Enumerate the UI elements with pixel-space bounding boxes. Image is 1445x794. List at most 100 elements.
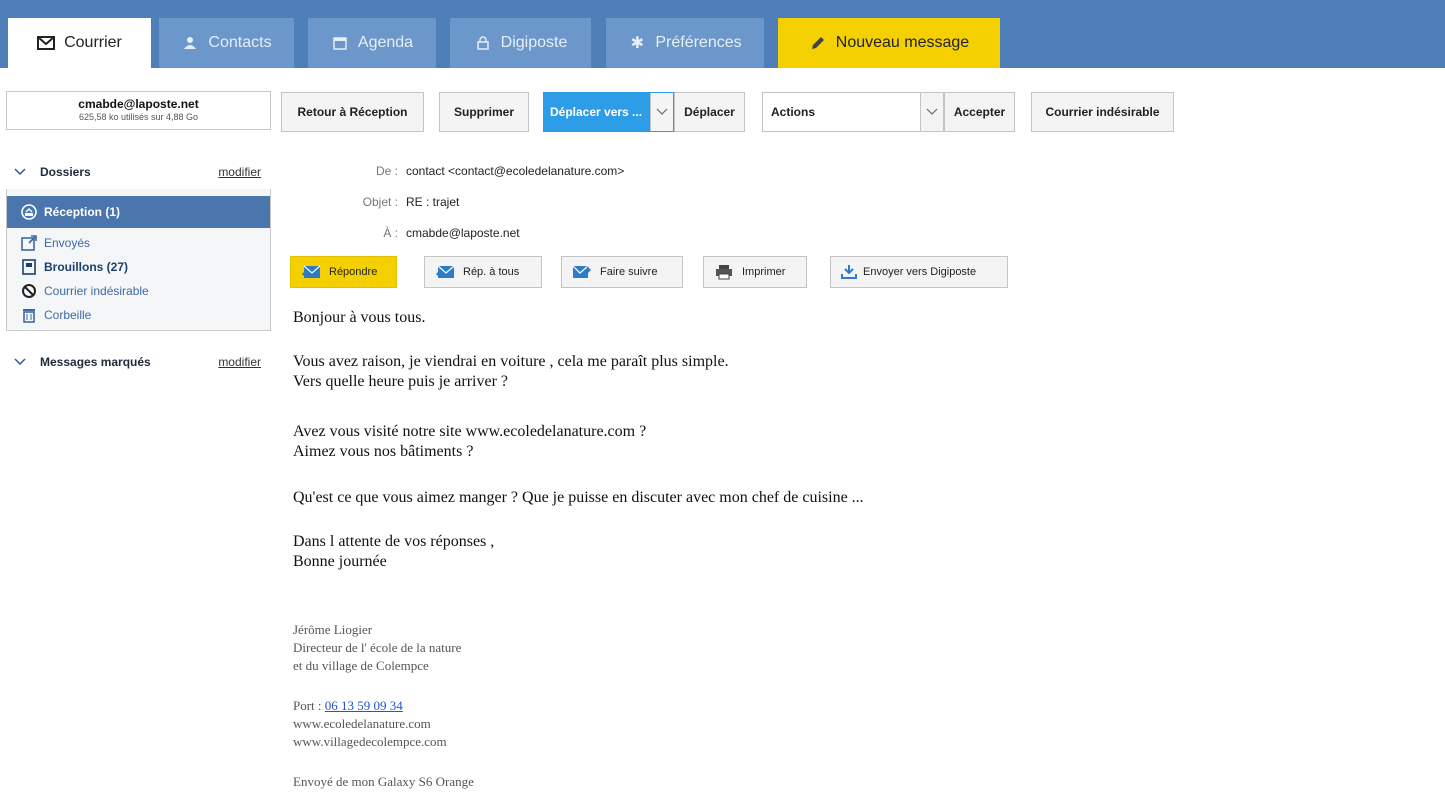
- folders-title: Dossiers: [40, 165, 91, 179]
- reply-all-icon: [435, 264, 455, 280]
- body-line: Bonne journée: [293, 553, 387, 570]
- folder-brouillons[interactable]: Brouillons (27): [7, 256, 270, 278]
- tab-label: Contacts: [208, 34, 272, 51]
- button-label: Répondre: [329, 266, 378, 278]
- envelope-icon: [37, 34, 56, 52]
- new-message-button[interactable]: Nouveau message: [778, 18, 1000, 68]
- trash-icon: [21, 307, 37, 323]
- body-line: Vers quelle heure puis je arriver ?: [293, 373, 509, 390]
- forward-icon: [572, 264, 592, 280]
- chevron-down-icon: [14, 165, 28, 179]
- storage-usage: 625,58 ko utilisés sur 4,88 Go: [78, 112, 199, 122]
- folder-reception[interactable]: Réception (1): [7, 196, 270, 228]
- button-label: Faire suivre: [600, 266, 658, 278]
- phone-row: Port : 06 13 59 09 34: [293, 697, 447, 715]
- button-label: Courrier indésirable: [1045, 105, 1160, 119]
- forward-button[interactable]: Faire suivre: [561, 256, 683, 288]
- account-email: cmabde@laposte.net: [78, 97, 199, 111]
- tab-label: Digiposte: [500, 34, 568, 51]
- folder-courrier-indesirable[interactable]: Courrier indésirable: [7, 280, 270, 302]
- button-label: Imprimer: [742, 266, 786, 278]
- from-label: De :: [375, 164, 398, 178]
- folder-label: Réception (1): [44, 205, 121, 219]
- gear-icon: ✱: [630, 35, 645, 52]
- to-row: À : cmabde@laposte.net: [290, 223, 520, 243]
- tab-digiposte[interactable]: Digiposte: [450, 18, 591, 68]
- marked-messages-header[interactable]: Messages marqués modifier: [6, 347, 271, 377]
- marked-messages-title: Messages marqués: [40, 355, 151, 369]
- pencil-icon: [809, 34, 827, 52]
- download-icon: [839, 264, 859, 280]
- website-line: www.ecoledelanature.com: [293, 716, 431, 731]
- account-box: cmabde@laposte.net 625,58 ko utilisés su…: [6, 91, 271, 130]
- button-label: Envoyer vers Digiposte: [863, 266, 977, 278]
- tab-courrier[interactable]: Courrier: [8, 18, 151, 68]
- folder-list: Réception (1) Envoyés Brouillons (27) Co…: [6, 189, 271, 331]
- reply-icon: [301, 264, 321, 280]
- tab-preferences[interactable]: ✱ Préférences: [606, 18, 764, 68]
- modify-folders-link[interactable]: modifier: [218, 165, 261, 179]
- select-value: Déplacer vers ...: [550, 105, 643, 119]
- folders-header[interactable]: Dossiers modifier: [6, 157, 271, 187]
- signature-contact: Port : 06 13 59 09 34 www.ecoledelanatur…: [293, 697, 447, 751]
- move-button[interactable]: Déplacer: [674, 92, 745, 132]
- signature-title: et du village de Colempce: [293, 658, 429, 673]
- folder-label: Brouillons (27): [44, 260, 129, 274]
- folder-label: Courrier indésirable: [44, 284, 149, 298]
- folder-label: Corbeille: [44, 308, 92, 322]
- body-paragraph: Qu'est ce que vous aimez manger ? Que je…: [293, 489, 864, 506]
- sent-icon: [21, 235, 37, 251]
- tab-label: Préférences: [655, 34, 742, 51]
- send-to-digiposte-button[interactable]: Envoyer vers Digiposte: [830, 256, 1008, 288]
- from-row: De : contact <contact@ecoledelanature.co…: [290, 161, 624, 181]
- signature-block: Jérôme Liogier Directeur de l' école de …: [293, 621, 461, 675]
- subject-label: Objet :: [362, 195, 398, 209]
- actions-select[interactable]: Actions: [762, 92, 944, 132]
- lock-icon: [474, 34, 492, 52]
- from-value: contact <contact@ecoledelanature.com>: [406, 164, 625, 178]
- tab-contacts[interactable]: Contacts: [159, 18, 294, 68]
- to-value: cmabde@laposte.net: [406, 226, 520, 240]
- website-line: www.villagedecolempce.com: [293, 734, 447, 749]
- signature-title: Directeur de l' école de la nature: [293, 640, 462, 655]
- printer-icon: [714, 264, 734, 280]
- body-paragraph: Avez vous visité notre site www.ecoledel…: [293, 422, 646, 462]
- signature-name: Jérôme Liogier: [293, 622, 373, 637]
- body-line: Dans l attente de vos réponses ,: [293, 533, 495, 550]
- body-paragraph: Vous avez raison, je viendrai en voiture…: [293, 352, 729, 392]
- accept-button[interactable]: Accepter: [944, 92, 1015, 132]
- person-icon: [181, 34, 199, 52]
- body-line: Avez vous visité notre site www.ecoledel…: [293, 423, 647, 440]
- select-value: Actions: [771, 105, 816, 119]
- button-label: Retour à Réception: [297, 105, 408, 119]
- inbox-icon: [21, 204, 37, 220]
- chevron-down-icon: [920, 93, 943, 131]
- chevron-down-icon: [14, 355, 28, 369]
- back-to-inbox-button[interactable]: Retour à Réception: [281, 92, 424, 132]
- phone-link[interactable]: 06 13 59 09 34: [325, 698, 403, 713]
- body-paragraph: Dans l attente de vos réponses , Bonne j…: [293, 532, 494, 572]
- to-label: À :: [383, 226, 398, 240]
- delete-button[interactable]: Supprimer: [439, 92, 529, 132]
- top-navigation: Courrier Contacts Agenda Digiposte ✱ Pré…: [0, 0, 1445, 68]
- button-label: Accepter: [953, 105, 1006, 119]
- reply-all-button[interactable]: Rép. à tous: [424, 256, 542, 288]
- move-to-select[interactable]: Déplacer vers ...: [543, 92, 674, 132]
- blocked-icon: [21, 283, 37, 299]
- spam-button[interactable]: Courrier indésirable: [1031, 92, 1174, 132]
- subject-row: Objet : RE : trajet: [290, 192, 460, 212]
- button-label: Rép. à tous: [463, 266, 520, 278]
- modify-marked-link[interactable]: modifier: [218, 355, 261, 369]
- sent-from-line: Envoyé de mon Galaxy S6 Orange: [293, 774, 474, 789]
- tab-label: Nouveau message: [835, 34, 970, 51]
- folder-envoyes[interactable]: Envoyés: [7, 232, 270, 254]
- print-button[interactable]: Imprimer: [703, 256, 807, 288]
- folder-label: Envoyés: [44, 236, 91, 250]
- tab-agenda[interactable]: Agenda: [308, 18, 436, 68]
- drafts-icon: [21, 259, 37, 275]
- body-greeting: Bonjour à vous tous.: [293, 309, 426, 326]
- calendar-icon: [331, 34, 349, 52]
- folder-corbeille[interactable]: Corbeille: [7, 304, 270, 326]
- subject-value: RE : trajet: [406, 195, 460, 209]
- reply-button[interactable]: Répondre: [290, 256, 397, 288]
